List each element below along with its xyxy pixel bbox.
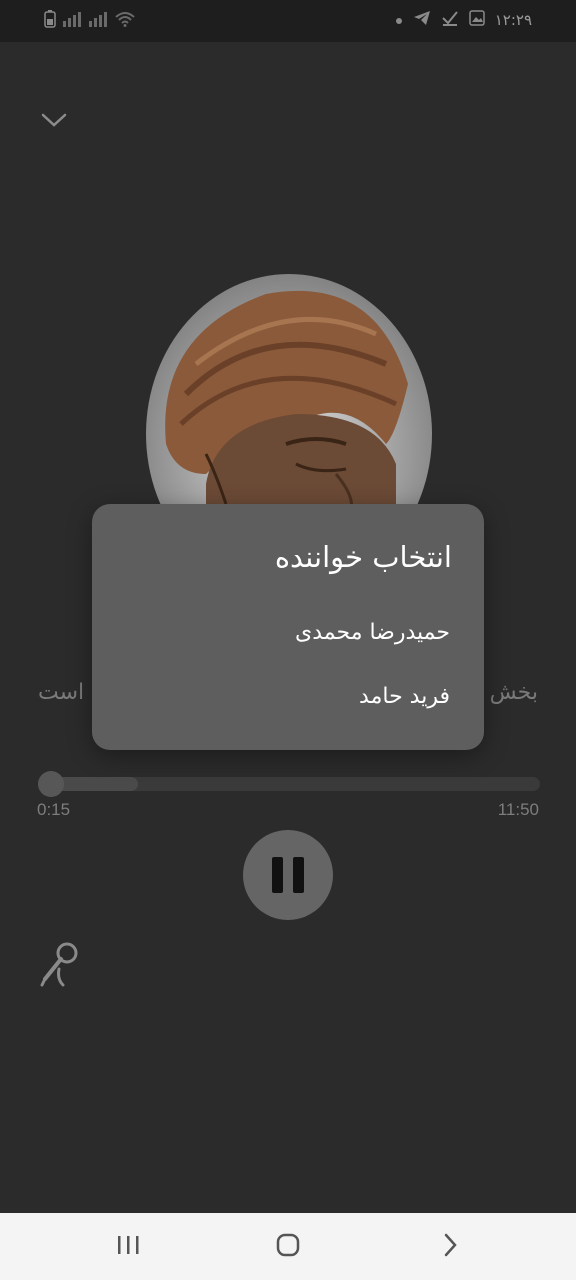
reader-option[interactable]: حمیدرضا محمدی — [295, 620, 450, 645]
signal-icon — [62, 11, 82, 31]
pause-icon — [267, 857, 309, 893]
check-icon — [441, 10, 459, 30]
telegram-icon — [413, 10, 431, 30]
dot-icon — [395, 11, 403, 29]
system-nav-bar — [0, 1213, 576, 1280]
seek-thumb[interactable] — [38, 771, 64, 797]
reader-select-dialog: انتخاب خواننده حمیدرضا محمدی فرید حامد — [92, 504, 484, 750]
microphone-icon — [37, 939, 81, 991]
battery-icon — [44, 10, 56, 32]
recent-apps-button[interactable] — [108, 1229, 148, 1265]
wifi-icon — [114, 11, 136, 31]
track-title-left: است — [38, 680, 85, 705]
back-button[interactable] — [430, 1229, 470, 1265]
cover-art — [146, 274, 432, 524]
pause-button[interactable] — [243, 830, 333, 920]
status-left-icons — [44, 10, 136, 32]
dialog-title: انتخاب خواننده — [274, 540, 452, 574]
status-time: ۱۲:۲۹ — [494, 11, 532, 29]
home-icon — [275, 1232, 301, 1262]
recent-apps-icon — [116, 1234, 140, 1260]
status-bar: ۱۲:۲۹ — [0, 0, 576, 42]
gallery-icon — [468, 10, 485, 30]
home-button[interactable] — [268, 1229, 308, 1265]
signal-icon — [88, 11, 108, 31]
status-right-icons: ۱۲:۲۹ — [395, 10, 532, 30]
collapse-button[interactable] — [36, 104, 72, 140]
back-icon — [441, 1232, 459, 1262]
track-title-right: بخش — [489, 680, 538, 705]
seek-bar[interactable] — [38, 771, 540, 797]
select-reader-button[interactable] — [34, 940, 84, 990]
elapsed-time: 0:15 — [37, 800, 71, 819]
total-duration: 11:50 — [497, 800, 539, 819]
chevron-down-icon — [40, 111, 68, 133]
reader-option[interactable]: فرید حامد — [359, 684, 450, 709]
